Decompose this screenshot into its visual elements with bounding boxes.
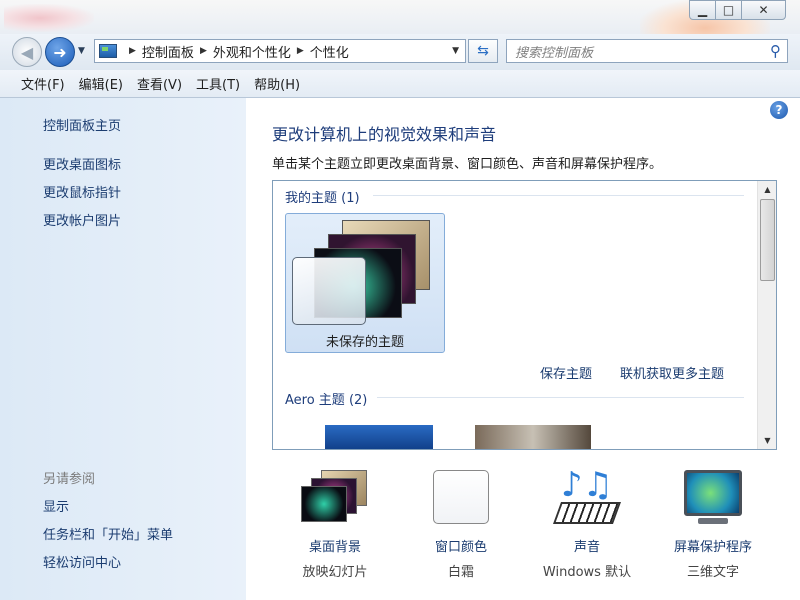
close-button[interactable]: ✕ [741, 0, 786, 20]
window-color-setting[interactable]: 窗口颜色 白霜 [396, 470, 526, 580]
menu-tools[interactable]: 工具(T) [196, 74, 240, 93]
menu-view[interactable]: 查看(V) [137, 74, 182, 93]
desktop-background-setting[interactable]: 桌面背景 放映幻灯片 [270, 470, 400, 580]
window-color-value: 白霜 [447, 565, 474, 580]
address-dropdown-icon[interactable]: ▼ [452, 46, 459, 56]
breadcrumb-separator-icon[interactable]: ▶ [297, 46, 304, 56]
taskbar-start-menu-link[interactable]: 任务栏和「开始」菜单 [43, 524, 173, 543]
unsaved-theme-tile[interactable]: 未保存的主题 [285, 213, 445, 353]
see-also-heading: 另请参阅 [43, 472, 96, 487]
breadcrumb-appearance[interactable]: 外观和个性化 [213, 42, 291, 61]
breadcrumb-control-panel[interactable]: 控制面板 [142, 42, 194, 61]
aero-theme-photos[interactable] [475, 425, 591, 449]
menu-edit[interactable]: 编辑(E) [79, 74, 123, 93]
back-arrow-icon: ◀ [20, 42, 34, 62]
control-panel-icon [99, 44, 117, 58]
background-logo [4, 4, 94, 32]
caption-buttons: ▁ □ ✕ [689, 0, 786, 20]
refresh-icon: ⇆ [477, 43, 489, 59]
search-input[interactable]: 搜索控制面板 ⚲ [506, 39, 788, 63]
main-content: ? 更改计算机上的视觉效果和声音 单击某个主题立即更改桌面背景、窗口颜色、声音和… [246, 98, 800, 600]
unsaved-theme-label: 未保存的主题 [325, 335, 404, 350]
search-placeholder: 搜索控制面板 [515, 45, 594, 61]
breadcrumb-separator-icon[interactable]: ▶ [129, 46, 136, 56]
change-desktop-icons-link[interactable]: 更改桌面图标 [43, 154, 121, 173]
address-bar[interactable]: ▶ 控制面板 ▶ 外观和个性化 ▶ 个性化 ▼ [94, 39, 466, 63]
window-glass-preview [292, 257, 366, 325]
sound-icon: ♪♫ [552, 468, 622, 526]
scrollbar-thumb[interactable] [760, 199, 775, 281]
window-color-label[interactable]: 窗口颜色 [396, 536, 526, 555]
page-title: 更改计算机上的视觉效果和声音 [272, 125, 497, 144]
get-more-themes-link[interactable]: 联机获取更多主题 [620, 363, 724, 382]
group-divider [377, 397, 744, 398]
menu-bar: 文件(F) 编辑(E) 查看(V) 工具(T) 帮助(H) [0, 70, 800, 98]
sound-setting[interactable]: ♪♫ 声音 Windows 默认 [522, 468, 652, 580]
aero-theme-windows-7[interactable] [325, 425, 433, 449]
group-divider [373, 195, 744, 196]
back-button[interactable]: ◀ [12, 37, 42, 67]
control-panel-home-link[interactable]: 控制面板主页 [43, 115, 121, 134]
forward-arrow-icon: ➜ [53, 42, 67, 62]
sound-value: Windows 默认 [542, 565, 632, 580]
desktop-background-icon [301, 470, 369, 526]
my-themes-header: 我的主题 (1) [285, 191, 360, 206]
minimize-button[interactable]: ▁ [689, 0, 716, 20]
search-icon[interactable]: ⚲ [770, 42, 781, 60]
display-link[interactable]: 显示 [43, 496, 69, 515]
scroll-down-icon[interactable]: ▼ [758, 432, 776, 449]
navigation-bar: ◀ ➜ ▼ ▶ 控制面板 ▶ 外观和个性化 ▶ 个性化 ▼ ⇆ 搜索控制面板 ⚲ [0, 34, 800, 70]
screensaver-label[interactable]: 屏幕保护程序 [648, 536, 778, 555]
breadcrumb-separator-icon[interactable]: ▶ [200, 46, 207, 56]
theme-list: 我的主题 (1) 未保存的主题 保存主题 联机获取更多主题 Aero 主题 (2… [272, 180, 777, 450]
left-navigation-pane: 控制面板主页 更改桌面图标 更改鼠标指针 更改帐户图片 另请参阅 显示 任务栏和… [0, 98, 246, 600]
sound-label[interactable]: 声音 [522, 536, 652, 555]
help-icon[interactable]: ? [770, 101, 788, 119]
save-theme-link[interactable]: 保存主题 [540, 363, 592, 382]
change-account-picture-link[interactable]: 更改帐户图片 [43, 210, 121, 229]
desktop-background-value: 放映幻灯片 [302, 565, 368, 580]
maximize-button[interactable]: □ [715, 0, 742, 20]
change-mouse-pointers-link[interactable]: 更改鼠标指针 [43, 182, 121, 201]
menu-help[interactable]: 帮助(H) [254, 74, 300, 93]
page-description: 单击某个主题立即更改桌面背景、窗口颜色、声音和屏幕保护程序。 [272, 157, 663, 172]
menu-file[interactable]: 文件(F) [21, 74, 65, 93]
recent-pages-dropdown[interactable]: ▼ [78, 46, 85, 56]
desktop-background-label[interactable]: 桌面背景 [270, 536, 400, 555]
title-bar: ▁ □ ✕ [0, 0, 800, 40]
aero-themes-header: Aero 主题 (2) [285, 393, 368, 408]
screensaver-icon [679, 470, 747, 526]
theme-list-scrollbar[interactable]: ▲ ▼ [757, 181, 776, 449]
forward-button[interactable]: ➜ [45, 37, 75, 67]
breadcrumb-personalization[interactable]: 个性化 [310, 42, 349, 61]
screensaver-setting[interactable]: 屏幕保护程序 三维文字 [648, 470, 778, 580]
window-color-icon [427, 470, 495, 526]
screensaver-value: 三维文字 [686, 565, 739, 580]
ease-of-access-link[interactable]: 轻松访问中心 [43, 552, 121, 571]
refresh-button[interactable]: ⇆ [468, 39, 498, 63]
scroll-up-icon[interactable]: ▲ [758, 181, 776, 198]
